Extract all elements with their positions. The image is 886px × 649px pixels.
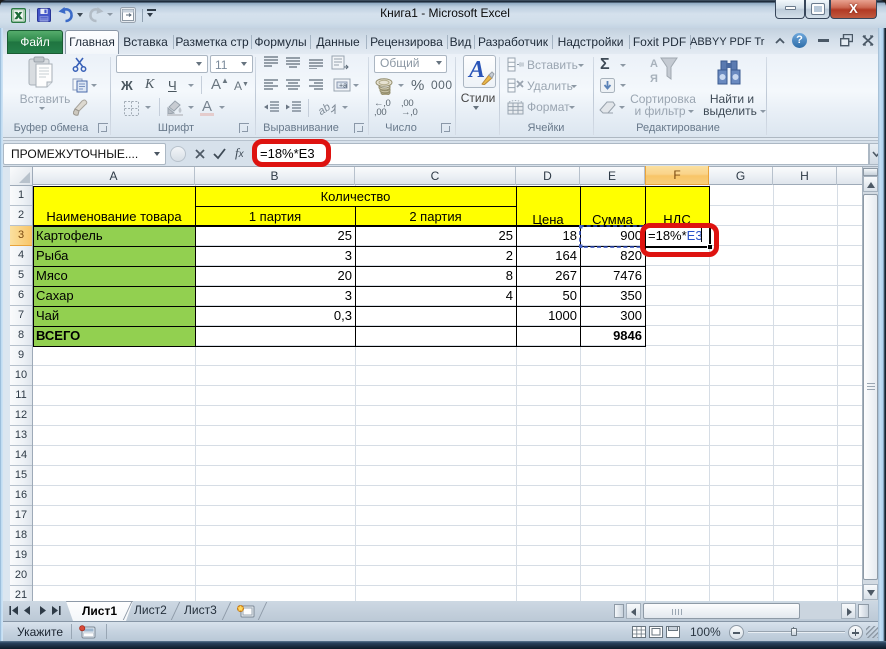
svg-text:Я: Я [650,73,658,85]
svg-text:ab: ab [318,101,333,117]
svg-text:+a: +a [339,83,347,90]
svg-text:А: А [650,58,658,70]
